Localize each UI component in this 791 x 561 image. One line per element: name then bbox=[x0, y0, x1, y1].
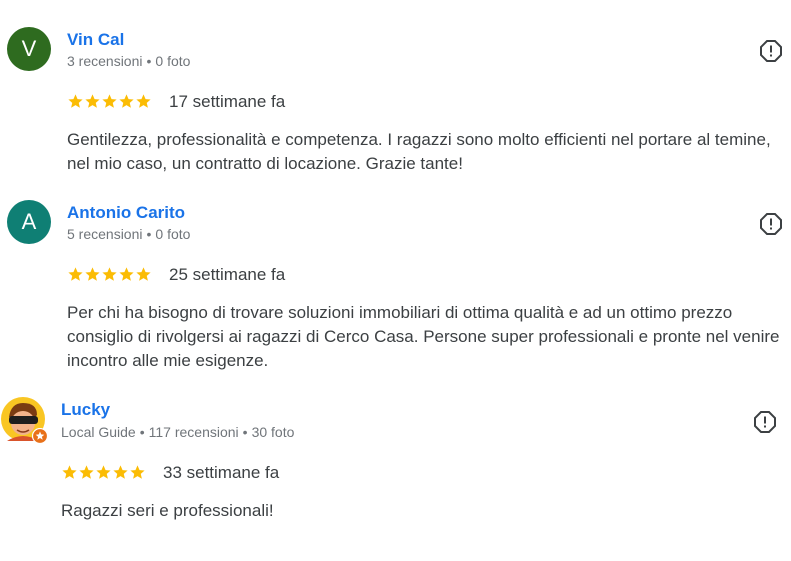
meta-separator: • bbox=[242, 424, 248, 440]
photos-count: 30 foto bbox=[251, 424, 295, 440]
star-icon bbox=[96, 465, 111, 479]
avatar-letter: V bbox=[21, 36, 37, 61]
reviewer-avatar[interactable]: A bbox=[7, 200, 51, 244]
reviewer-meta: Local Guide • 117 recensioni • 30 foto bbox=[61, 424, 294, 440]
star-icon bbox=[102, 267, 117, 281]
meta-separator: • bbox=[146, 226, 152, 242]
photos-count: 0 foto bbox=[155, 226, 191, 242]
star-icon bbox=[68, 267, 83, 281]
star-icon bbox=[62, 465, 77, 479]
report-flag-icon[interactable] bbox=[753, 410, 777, 434]
star-rating bbox=[67, 266, 152, 283]
review-date: 33 settimane fa bbox=[163, 463, 280, 482]
reviewer-meta: 5 recensioni • 0 foto bbox=[67, 226, 190, 242]
local-guide-badge-icon bbox=[32, 428, 48, 444]
reviewer-name[interactable]: Lucky bbox=[61, 400, 110, 420]
report-flag-icon[interactable] bbox=[759, 212, 783, 236]
review-text: Per chi ha bisogno di trovare soluzioni … bbox=[67, 303, 780, 370]
review-text: Gentilezza, professionalità e competenza… bbox=[67, 130, 771, 173]
star-icon bbox=[113, 465, 128, 479]
star-icon bbox=[79, 465, 94, 479]
star-icon bbox=[119, 94, 134, 108]
reviews-list: V Vin Cal 3 recensioni • 0 foto 17 settima… bbox=[0, 0, 791, 561]
avatar-letter: A bbox=[21, 209, 37, 234]
review-date: 25 settimane fa bbox=[169, 265, 286, 284]
star-icon bbox=[119, 267, 134, 281]
local-guide-label: Local Guide bbox=[61, 424, 136, 440]
reviews-count: 5 recensioni bbox=[67, 226, 143, 242]
reviewer-meta: 3 recensioni • 0 foto bbox=[67, 53, 190, 69]
reviewer-avatar[interactable] bbox=[1, 397, 48, 444]
star-icon bbox=[136, 94, 151, 108]
meta-separator: • bbox=[146, 53, 152, 69]
star-icon bbox=[136, 267, 151, 281]
report-flag-icon[interactable] bbox=[759, 39, 783, 63]
star-icon bbox=[85, 94, 100, 108]
reviewer-name[interactable]: Vin Cal bbox=[67, 30, 124, 50]
star-icon bbox=[102, 94, 117, 108]
star-icon bbox=[68, 94, 83, 108]
meta-separator: • bbox=[139, 424, 145, 440]
reviews-count: 3 recensioni bbox=[67, 53, 143, 69]
review-date: 17 settimane fa bbox=[169, 92, 286, 111]
star-icon bbox=[130, 465, 145, 479]
reviewer-avatar[interactable]: V bbox=[7, 27, 51, 71]
star-rating bbox=[61, 464, 146, 481]
star-icon bbox=[85, 267, 100, 281]
reviews-count: 117 recensioni bbox=[148, 424, 239, 440]
review-text: Ragazzi seri e professionali! bbox=[61, 501, 274, 520]
photos-count: 0 foto bbox=[155, 53, 191, 69]
star-rating bbox=[67, 93, 152, 110]
reviewer-name[interactable]: Antonio Carito bbox=[67, 203, 185, 223]
